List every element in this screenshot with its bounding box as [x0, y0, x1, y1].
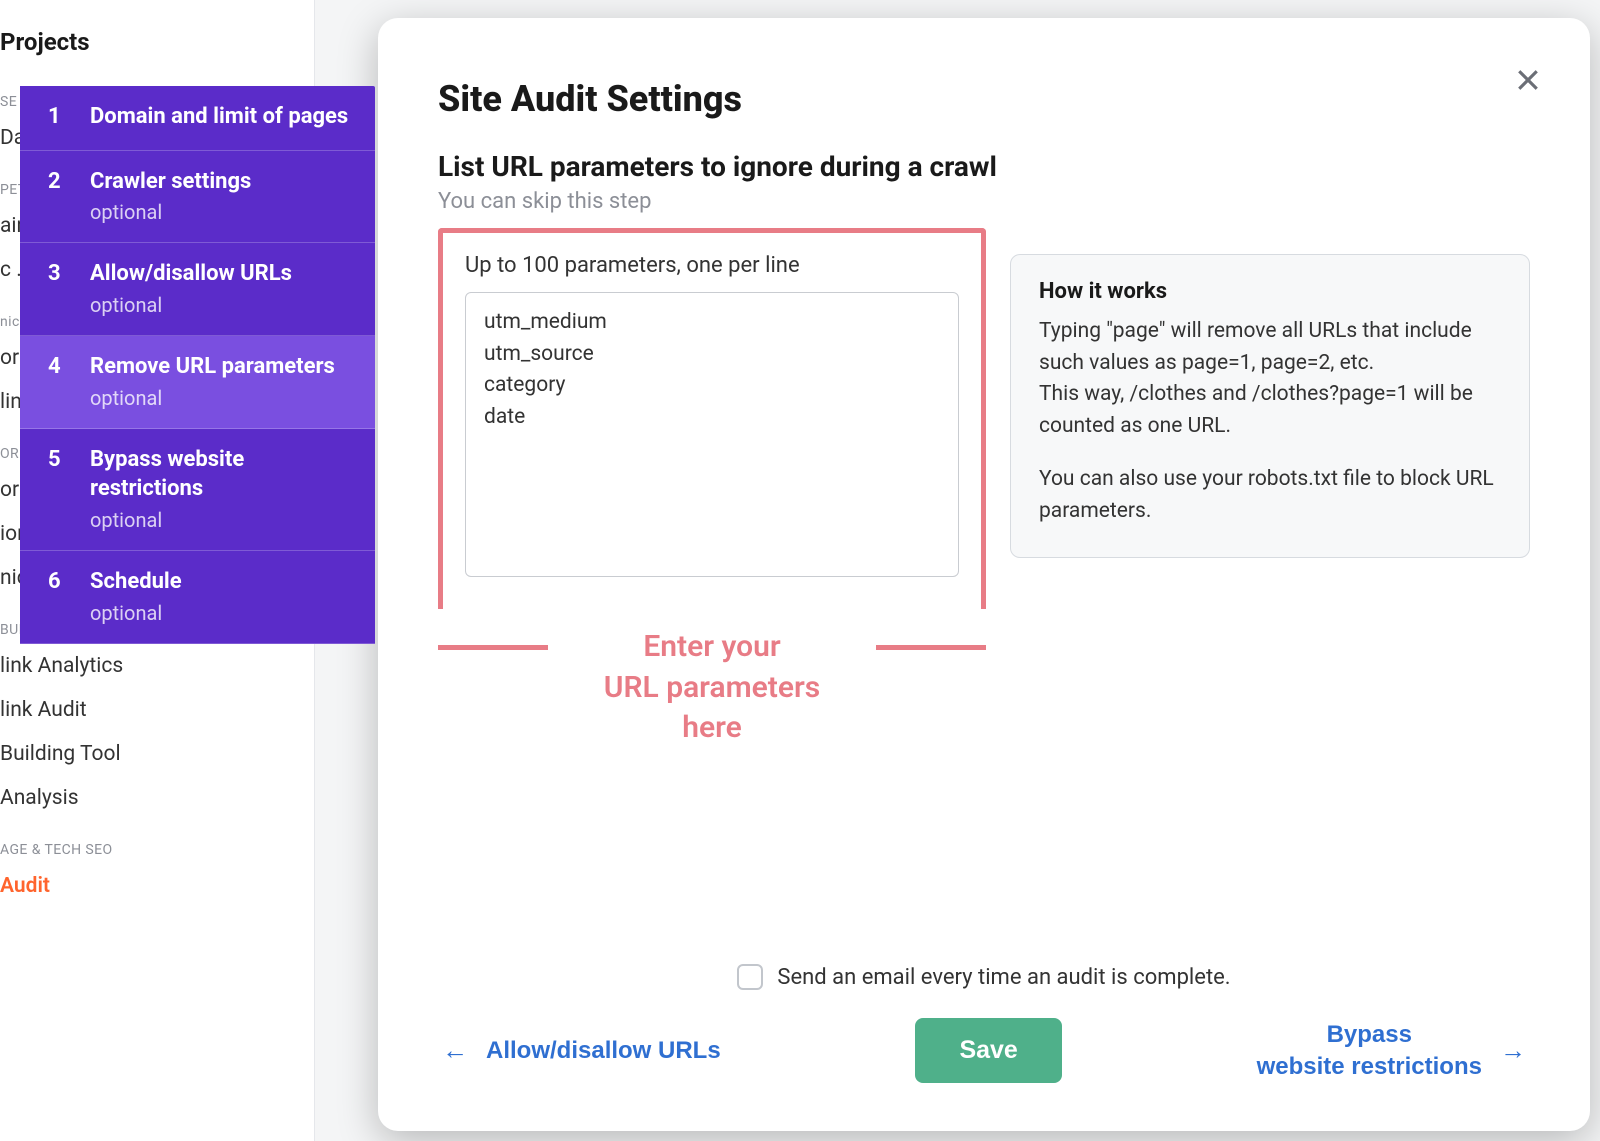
wizard-step-optional: optional	[90, 601, 182, 625]
url-parameters-textarea[interactable]	[465, 292, 959, 577]
how-it-works-box: How it works Typing "page" will remove a…	[1010, 254, 1530, 558]
wizard-step-number: 4	[48, 352, 66, 379]
wizard-steps-nav: 1 Domain and limit of pages 2 Crawler setti…	[20, 86, 375, 644]
arrow-right-icon: →	[1500, 1035, 1526, 1066]
bg-sidebar-item[interactable]: Analysis	[0, 776, 314, 820]
wizard-step-optional: optional	[90, 386, 335, 410]
arrow-left-icon: ←	[442, 1035, 468, 1066]
bg-sidebar-item[interactable]: Building Tool	[0, 732, 314, 776]
wizard-step-label: Crawler settings	[90, 169, 251, 194]
url-parameters-panel: Up to 100 parameters, one per line	[438, 228, 986, 609]
wizard-step-label: Remove URL parameters	[90, 354, 335, 379]
modal-title: Site Audit Settings	[438, 78, 1530, 120]
prev-step-button[interactable]: ← Allow/disallow URLs	[442, 1035, 721, 1066]
wizard-step-6[interactable]: 6 Schedule optional	[20, 551, 375, 644]
annotation-text: Enter yourURL parametershere	[604, 627, 820, 749]
wizard-step-1[interactable]: 1 Domain and limit of pages	[20, 86, 375, 151]
next-step-button[interactable]: Bypasswebsite restrictions →	[1257, 1019, 1526, 1081]
how-it-works-p1: Typing "page" will remove all URLs that …	[1039, 316, 1501, 442]
wizard-step-2[interactable]: 2 Crawler settings optional	[20, 151, 375, 244]
save-button[interactable]: Save	[915, 1018, 1061, 1083]
how-it-works-p2: You can also use your robots.txt file to…	[1039, 464, 1501, 527]
wizard-step-label: Domain and limit of pages	[90, 104, 348, 129]
wizard-step-label: Bypass website restrictions	[90, 447, 244, 502]
email-notify-label: Send an email every time an audit is com…	[777, 965, 1230, 990]
wizard-step-number: 6	[48, 567, 66, 594]
wizard-step-label: Allow/disallow URLs	[90, 261, 292, 286]
modal-content: Site Audit Settings List URL parameters …	[438, 78, 1530, 1101]
wizard-step-4[interactable]: 4 Remove URL parameters optional	[20, 336, 375, 429]
bg-sidebar-item[interactable]: link Audit	[0, 688, 314, 732]
how-it-works-title: How it works	[1039, 279, 1501, 304]
bg-sidebar-item[interactable]: link Analytics	[0, 644, 314, 688]
section-subtitle: You can skip this step	[438, 189, 1530, 214]
wizard-step-number: 5	[48, 445, 66, 472]
prev-step-label: Allow/disallow URLs	[486, 1037, 721, 1065]
wizard-step-3[interactable]: 3 Allow/disallow URLs optional	[20, 243, 375, 336]
bg-group-label: AGE & TECH SEO	[0, 820, 314, 864]
section-title: List URL parameters to ignore during a c…	[438, 150, 1530, 183]
projects-heading: Projects	[0, 20, 314, 72]
email-notify-checkbox[interactable]	[737, 964, 763, 990]
wizard-step-optional: optional	[90, 508, 351, 532]
modal-footer: Send an email every time an audit is com…	[438, 944, 1530, 1101]
site-audit-settings-modal: Site Audit Settings List URL parameters …	[378, 18, 1590, 1131]
wizard-step-number: 3	[48, 259, 66, 286]
bg-sidebar-item[interactable]: Audit	[0, 864, 314, 908]
wizard-step-number: 2	[48, 167, 66, 194]
wizard-step-optional: optional	[90, 293, 292, 317]
wizard-step-5[interactable]: 5 Bypass website restrictions optional	[20, 429, 375, 551]
wizard-step-number: 1	[48, 102, 66, 129]
wizard-step-label: Schedule	[90, 569, 182, 594]
annotation-callout: Enter yourURL parametershere	[438, 627, 986, 749]
wizard-step-optional: optional	[90, 200, 251, 224]
parameters-hint: Up to 100 parameters, one per line	[465, 253, 959, 278]
next-step-label: Bypasswebsite restrictions	[1257, 1019, 1482, 1081]
